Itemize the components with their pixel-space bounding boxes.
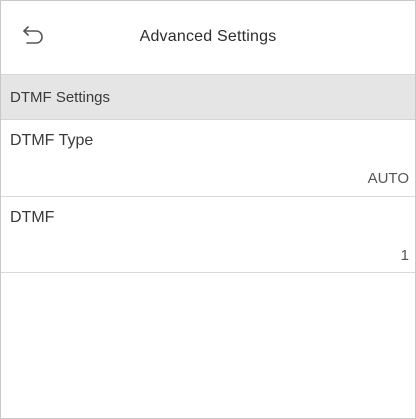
setting-value: AUTO: [367, 170, 409, 187]
setting-value: 1: [400, 247, 409, 264]
setting-row-dtmf[interactable]: DTMF 1: [1, 197, 415, 273]
setting-label: DTMF Type: [10, 132, 94, 149]
setting-label: DTMF: [10, 209, 55, 226]
section-title: DTMF Settings: [10, 89, 111, 106]
setting-row-dtmf-type[interactable]: DTMF Type AUTO: [1, 120, 415, 197]
page-title: Advanced Settings: [139, 28, 277, 45]
header-bar: Advanced Settings: [1, 1, 415, 73]
section-header-dtmf-settings: DTMF Settings: [1, 74, 415, 120]
screen: Advanced Settings DTMF Settings DTMF Typ…: [0, 0, 416, 419]
